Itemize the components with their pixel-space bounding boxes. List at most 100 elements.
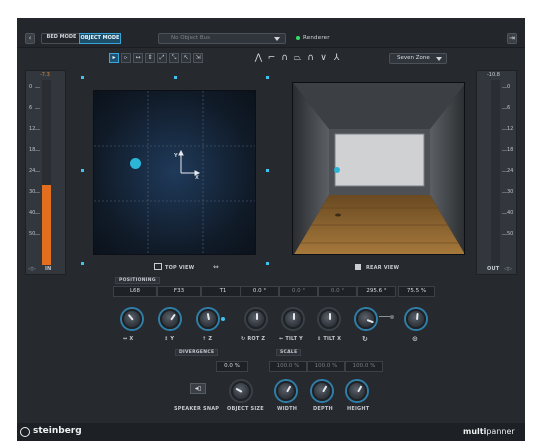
- position-t-field[interactable]: T1: [201, 286, 245, 297]
- object-bus-placeholder: No Object Bus: [171, 35, 211, 41]
- meter-tick: [502, 192, 507, 193]
- meter-tick: [502, 129, 507, 130]
- meter-tick: [502, 171, 507, 172]
- meter-reset-icon[interactable]: ◁▷: [28, 266, 36, 272]
- object-size-knob[interactable]: [231, 381, 251, 401]
- rear-view-panel[interactable]: [292, 82, 465, 255]
- brand-name: steinberg: [33, 426, 82, 436]
- rot-z-knob-label: ↻ ROT Z: [241, 336, 265, 342]
- bed-mode-button[interactable]: BED MODE: [42, 33, 81, 44]
- meter-reset-icon[interactable]: ◁▷: [504, 266, 512, 272]
- y-label-text: Y: [170, 336, 175, 342]
- divergence-field[interactable]: 0.0 %: [216, 361, 248, 372]
- path-arch-button[interactable]: ∩: [279, 52, 290, 64]
- move-diagonal-tool-button[interactable]: ⤢: [157, 53, 167, 63]
- x-knob[interactable]: [122, 309, 142, 329]
- footer-bar: steinberg multipanner: [17, 423, 525, 441]
- output-meter-scale: 0 6 12 18 24 30 40 50: [477, 71, 518, 276]
- path-v-button[interactable]: ∨: [318, 52, 329, 64]
- rear-view-icon[interactable]: [355, 264, 361, 270]
- knob-indicator: [357, 385, 363, 393]
- top-view-label: TOP VIEW: [165, 265, 195, 271]
- product-name-bold: multi: [463, 427, 487, 436]
- multipanner-plugin: ‹ BED MODE OBJECT MODE No Object Bus Ren…: [17, 18, 525, 441]
- output-meter-label: OUT: [487, 266, 500, 272]
- chevron-left-icon: ‹: [28, 34, 32, 42]
- tilt-y-knob[interactable]: [283, 309, 303, 329]
- meter-tick: [35, 213, 40, 214]
- rotation-field[interactable]: 295.6 °: [357, 286, 396, 297]
- meter-tick: [502, 213, 507, 214]
- panel-toggle-button[interactable]: ⇥: [507, 33, 517, 44]
- renderer-status-dot: [296, 36, 300, 40]
- move-diagonal-alt-tool-button[interactable]: ⤡: [169, 53, 179, 63]
- rotation-reset-icon: ↻: [362, 335, 369, 343]
- scale-depth-field[interactable]: 100.0 %: [307, 361, 345, 372]
- input-meter: -7.3 0 6 12 18 24 30 40 50 ◁▷ IN: [25, 70, 66, 275]
- frame-marker: [266, 169, 269, 172]
- tilt-x-knob[interactable]: [319, 309, 339, 329]
- swap-views-icon[interactable]: ⇔: [213, 263, 219, 271]
- y-knob[interactable]: [160, 309, 180, 329]
- mode-switch: BED MODE OBJECT MODE: [41, 33, 121, 44]
- scale-width-field[interactable]: 100.0 %: [269, 361, 307, 372]
- speaker-snap-label: SPEAKER SNAP: [174, 406, 220, 412]
- meter-tick: [35, 129, 40, 130]
- path-round-button[interactable]: ∩: [305, 52, 316, 64]
- rotation-knob[interactable]: [356, 309, 376, 329]
- object-bus-select[interactable]: No Object Bus: [158, 33, 286, 44]
- position-f-field[interactable]: F33: [157, 286, 201, 297]
- select-object-tool-button[interactable]: ▹: [121, 53, 131, 63]
- knob-indicator: [322, 385, 328, 393]
- frame-marker: [81, 262, 84, 265]
- tilt-x-field[interactable]: 0.0 °: [318, 286, 357, 297]
- depth-knob[interactable]: [312, 381, 332, 401]
- z-link-dot[interactable]: [221, 317, 225, 321]
- level-field[interactable]: 75.5 %: [398, 286, 435, 297]
- object-marker[interactable]: [130, 158, 141, 169]
- top-view-icon[interactable]: [154, 263, 162, 270]
- zone-select[interactable]: Seven Zone: [389, 53, 447, 64]
- height-knob[interactable]: [347, 381, 367, 401]
- path-lambda-button[interactable]: ⅄: [331, 52, 342, 64]
- knob-indicator: [329, 313, 331, 320]
- rotation-link-dot[interactable]: [390, 315, 394, 319]
- meter-scale-label: 18: [507, 147, 514, 153]
- tilt-y-label-text: TILT Y: [285, 336, 303, 342]
- speaker-snap-button[interactable]: ◂▯: [190, 383, 206, 394]
- object-mode-button[interactable]: OBJECT MODE: [79, 33, 121, 44]
- rot-z-knob[interactable]: [246, 309, 266, 329]
- level-knob[interactable]: [406, 309, 426, 329]
- product-name-rest: panner: [486, 427, 515, 436]
- room-render: [293, 83, 464, 254]
- path-corner-button[interactable]: ⌐: [266, 52, 277, 64]
- move-horizontal-tool-button[interactable]: ↔: [133, 53, 143, 63]
- tilt-y-field[interactable]: 0.0 °: [279, 286, 318, 297]
- frame-marker: [266, 76, 269, 79]
- back-button[interactable]: ‹: [25, 33, 35, 44]
- rot-z-field[interactable]: 0.0 °: [240, 286, 279, 297]
- input-meter-label: IN: [45, 266, 52, 272]
- meter-scale-label: 6: [507, 105, 511, 111]
- speaker-tool-button[interactable]: ⇲: [193, 53, 203, 63]
- move-vertical-tool-button[interactable]: ⇕: [145, 53, 155, 63]
- path-trapezoid-button[interactable]: ⏢: [292, 52, 303, 64]
- tilt-x-knob-label: ⇕ TILT X: [317, 336, 341, 342]
- object-size-label: OBJECT SIZE: [227, 406, 264, 412]
- top-view-panel[interactable]: Y X: [93, 90, 256, 255]
- tilt-y-knob-label: ⇜ TILT Y: [279, 336, 303, 342]
- z-label-text: Z: [208, 336, 213, 342]
- scale-height-field[interactable]: 100.0 %: [345, 361, 383, 372]
- width-knob[interactable]: [276, 381, 296, 401]
- panel-toggle-icon: ⇥: [509, 34, 515, 42]
- axis-y-label: Y: [174, 153, 178, 159]
- select-tool-button[interactable]: ▸: [109, 53, 119, 63]
- scale-section-label: SCALE: [276, 349, 302, 356]
- rear-object-marker[interactable]: [334, 167, 340, 173]
- knob-indicator: [235, 387, 243, 393]
- path-triangle-button[interactable]: ⋀: [253, 52, 264, 64]
- z-knob[interactable]: [198, 309, 218, 329]
- tilt-x-label-text: TILT X: [323, 336, 342, 342]
- position-l-field[interactable]: L68: [113, 286, 157, 297]
- pointer-tool-button[interactable]: ↖: [181, 53, 191, 63]
